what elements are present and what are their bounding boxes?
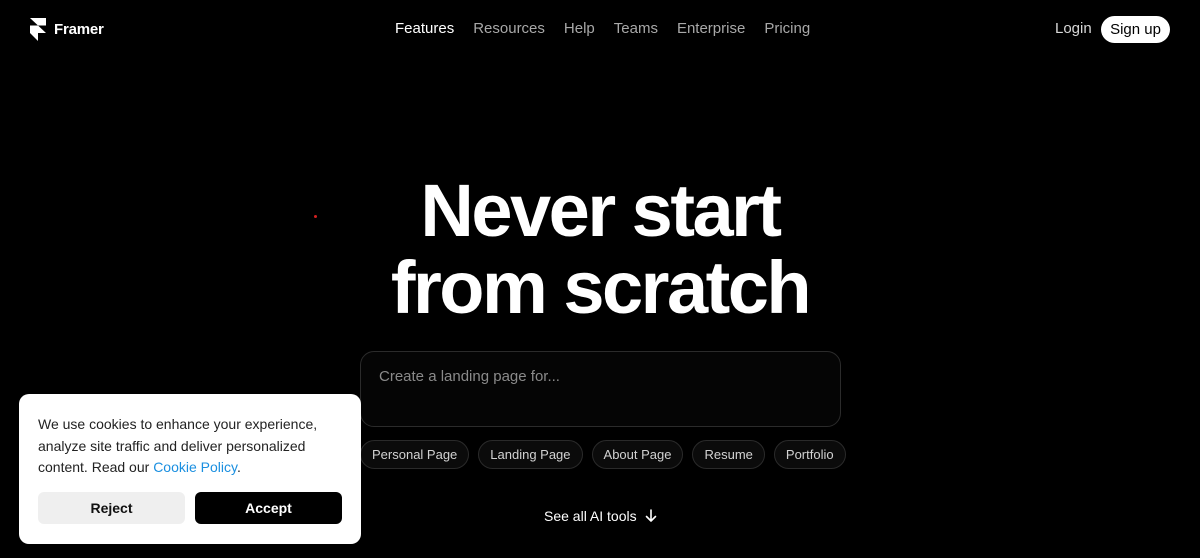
cookie-message: We use cookies to enhance your experienc… — [38, 414, 338, 479]
nav-link-pricing[interactable]: Pricing — [764, 20, 810, 37]
framer-logo[interactable]: Framer — [30, 18, 104, 41]
chip-about-page[interactable]: About Page — [591, 440, 684, 469]
main-nav: Features Resources Help Teams Enterprise… — [395, 20, 810, 37]
nav-link-features[interactable]: Features — [395, 20, 454, 37]
top-nav-bar: Framer Features Resources Help Teams Ent… — [0, 0, 1200, 60]
accept-cookies-button[interactable]: Accept — [195, 492, 342, 524]
chip-portfolio[interactable]: Portfolio — [773, 440, 846, 469]
page: Framer Features Resources Help Teams Ent… — [0, 0, 1200, 558]
framer-logo-icon — [30, 18, 46, 41]
cookie-policy-link[interactable]: Cookie Policy — [153, 459, 237, 475]
hero-title-line-1: Never start — [420, 169, 782, 252]
signup-button[interactable]: Sign up — [1101, 16, 1170, 43]
see-all-ai-tools-link[interactable]: See all AI tools — [544, 508, 657, 524]
login-link[interactable]: Login — [1055, 20, 1092, 37]
chip-resume[interactable]: Resume — [692, 440, 765, 469]
nav-link-enterprise[interactable]: Enterprise — [677, 20, 745, 37]
cookie-banner: We use cookies to enhance your experienc… — [19, 394, 361, 544]
nav-link-teams[interactable]: Teams — [614, 20, 658, 37]
nav-link-help[interactable]: Help — [564, 20, 595, 37]
nav-link-resources[interactable]: Resources — [473, 20, 545, 37]
brand-name: Framer — [54, 21, 104, 38]
ai-prompt-box[interactable] — [360, 351, 841, 427]
reject-cookies-button[interactable]: Reject — [38, 492, 185, 524]
see-all-label: See all AI tools — [544, 508, 637, 524]
hero-title: Never start from scratch — [0, 172, 1200, 326]
template-chips: Personal Page Landing Page About Page Re… — [360, 440, 846, 469]
chip-landing-page[interactable]: Landing Page — [478, 440, 583, 469]
cookie-message-end: . — [236, 459, 241, 475]
chip-personal-page[interactable]: Personal Page — [360, 440, 470, 469]
ai-prompt-input[interactable] — [379, 368, 819, 385]
arrow-down-icon — [645, 509, 656, 522]
hero-title-line-2: from scratch — [390, 246, 812, 329]
